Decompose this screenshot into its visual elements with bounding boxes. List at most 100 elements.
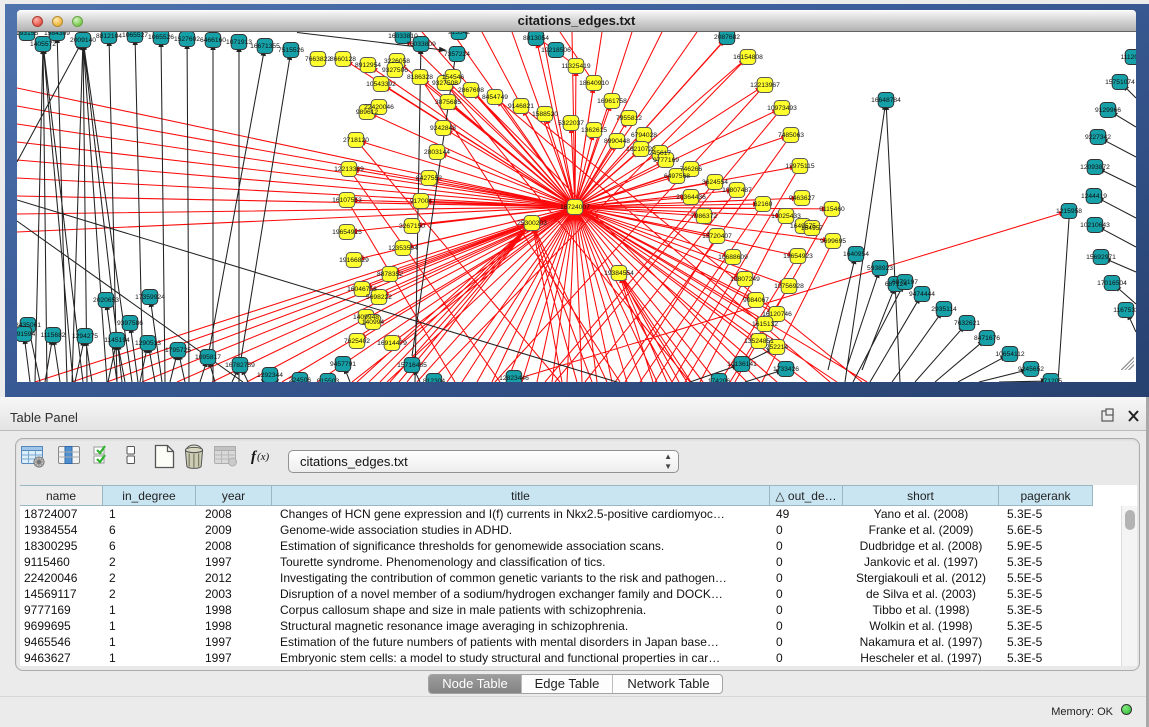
- svg-text:18724007: 18724007: [560, 204, 590, 211]
- svg-text:18640910: 18640910: [579, 80, 609, 87]
- svg-text:1640954: 1640954: [843, 251, 869, 258]
- svg-text:9777169: 9777169: [653, 157, 679, 164]
- svg-text:8454749: 8454749: [482, 94, 508, 101]
- svg-text:1733426: 1733426: [773, 366, 799, 373]
- svg-text:16671355: 16671355: [250, 43, 280, 50]
- svg-text:10543392: 10543392: [366, 81, 396, 88]
- svg-text:2020653: 2020653: [93, 297, 119, 304]
- svg-text:9084067: 9084067: [743, 297, 769, 304]
- svg-text:19166829: 19166829: [339, 257, 369, 264]
- svg-text:8990448: 8990448: [604, 138, 630, 145]
- svg-text:15751074: 15751074: [1105, 79, 1135, 86]
- svg-text:10756928: 10756928: [774, 283, 804, 290]
- svg-text:8186328: 8186328: [407, 74, 433, 81]
- svg-text:17359924: 17359924: [135, 294, 165, 301]
- svg-text:10807487: 10807487: [722, 187, 752, 194]
- svg-text:2087682: 2087682: [714, 34, 740, 41]
- svg-text:25300203: 25300203: [517, 220, 547, 227]
- svg-text:1244419: 1244419: [1081, 193, 1107, 200]
- svg-text:174206: 174206: [708, 378, 731, 382]
- svg-text:12823446: 12823446: [499, 375, 529, 382]
- svg-text:1071913: 1071913: [226, 39, 252, 46]
- svg-text:1167533: 1167533: [1113, 307, 1136, 314]
- svg-text:1095817: 1095817: [195, 354, 221, 361]
- svg-text:8427552: 8427552: [416, 175, 442, 182]
- svg-text:9129966: 9129966: [1095, 107, 1121, 114]
- svg-text:8471676: 8471676: [974, 335, 1000, 342]
- svg-text:15716485: 15716485: [397, 362, 427, 369]
- svg-text:1795725: 1795725: [165, 347, 191, 354]
- svg-text:224506: 224506: [289, 377, 312, 382]
- svg-text:3267150: 3267150: [399, 223, 425, 230]
- svg-text:11325419: 11325419: [561, 63, 591, 70]
- svg-text:1527602: 1527602: [174, 36, 200, 43]
- svg-text:1215958: 1215958: [1056, 208, 1082, 215]
- svg-text:1362615: 1362615: [581, 127, 607, 134]
- svg-text:9457791: 9457791: [330, 361, 356, 368]
- svg-text:16914479: 16914479: [377, 340, 407, 347]
- svg-text:7515526: 7515526: [278, 47, 304, 54]
- svg-text:9474444: 9474444: [909, 291, 935, 298]
- svg-text:14136141: 14136141: [727, 361, 757, 368]
- svg-text:19218506: 19218506: [541, 47, 571, 54]
- svg-text:9397586: 9397586: [117, 320, 143, 327]
- svg-text:10025433: 10025433: [771, 213, 801, 220]
- svg-text:915503: 915503: [317, 378, 340, 382]
- svg-text:5698222: 5698222: [366, 294, 392, 301]
- svg-text:12213369: 12213369: [334, 166, 364, 173]
- svg-text:16120746: 16120746: [762, 311, 792, 318]
- svg-text:15720407: 15720407: [702, 233, 732, 240]
- svg-text:7625402: 7625402: [344, 338, 370, 345]
- svg-text:9327508: 9327508: [432, 80, 458, 87]
- svg-text:1065526: 1065526: [148, 34, 174, 41]
- svg-text:3875685: 3875685: [435, 99, 461, 106]
- svg-text:10654112: 10654112: [995, 351, 1025, 358]
- svg-text:12353594: 12353594: [388, 245, 418, 252]
- svg-text:812304: 812304: [423, 378, 446, 382]
- svg-text:8435061: 8435061: [17, 322, 41, 329]
- svg-text:915542: 915542: [448, 32, 471, 36]
- svg-text:16107553: 16107553: [332, 197, 362, 204]
- svg-text:154546: 154546: [442, 74, 465, 81]
- svg-text:1405572: 1405572: [30, 41, 56, 48]
- svg-text:1294275: 1294275: [72, 333, 98, 340]
- svg-text:8813054: 8813054: [523, 35, 549, 42]
- svg-text:20364436: 20364436: [676, 194, 706, 201]
- svg-text:16782759: 16782759: [225, 362, 255, 369]
- svg-text:(x): (x): [257, 451, 270, 463]
- svg-text:3226058: 3226058: [384, 58, 410, 65]
- svg-text:2867608: 2867608: [458, 87, 484, 94]
- svg-text:7955812: 7955812: [616, 115, 642, 122]
- svg-text:252214: 252214: [766, 344, 789, 351]
- svg-text:5938923: 5938923: [867, 265, 893, 272]
- svg-text:6879197: 6879197: [892, 279, 918, 286]
- svg-text:771205: 771205: [1040, 378, 1063, 382]
- svg-text:7357224: 7357224: [444, 51, 470, 58]
- svg-text:9463627: 9463627: [789, 195, 815, 202]
- svg-text:1292344: 1292344: [257, 372, 283, 379]
- svg-text:19384554: 19384554: [604, 270, 634, 277]
- svg-text:1588520: 1588520: [532, 111, 558, 118]
- svg-text:1065527: 1065527: [122, 32, 148, 39]
- svg-text:917004: 917004: [410, 198, 433, 205]
- svg-text:6497568: 6497568: [664, 173, 690, 180]
- svg-text:2935114: 2935114: [931, 306, 957, 313]
- svg-text:62160: 62160: [754, 201, 773, 208]
- svg-text:16033809: 16033809: [406, 41, 436, 48]
- svg-text:2009140: 2009140: [70, 37, 96, 44]
- svg-text:16961758: 16961758: [597, 98, 627, 105]
- svg-text:2803144: 2803144: [424, 149, 450, 156]
- svg-text:1115682: 1115682: [40, 332, 65, 339]
- svg-text:9245652: 9245652: [1018, 366, 1044, 373]
- svg-text:9327506: 9327506: [382, 67, 408, 74]
- svg-text:6794028: 6794028: [631, 132, 657, 139]
- svg-text:1615132: 1615132: [752, 321, 778, 328]
- svg-text:9115460: 9115460: [819, 206, 845, 213]
- svg-text:19654925: 19654925: [332, 229, 362, 236]
- svg-text:2718120: 2718120: [343, 137, 369, 144]
- svg-text:140994: 140994: [362, 319, 385, 326]
- svg-text:8878352: 8878352: [377, 271, 403, 278]
- svg-text:193155: 193155: [17, 32, 38, 37]
- svg-text:16046758: 16046758: [347, 286, 377, 293]
- svg-text:3624554: 3624554: [702, 179, 728, 186]
